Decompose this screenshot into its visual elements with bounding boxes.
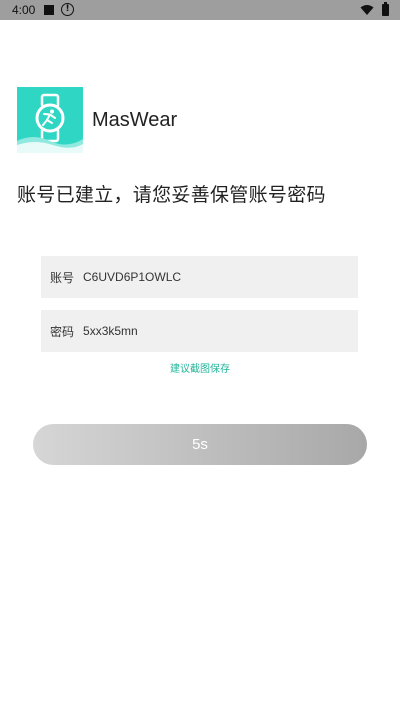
password-value[interactable]: 5xx3k5mn xyxy=(83,324,138,338)
password-field[interactable]: 密码 5xx3k5mn xyxy=(41,310,358,352)
alert-circle-icon: ! xyxy=(61,3,74,16)
status-time: 4:00 xyxy=(12,3,36,17)
app-name: MasWear xyxy=(92,109,178,131)
screenshot-hint: 建议截图保存 xyxy=(170,364,230,375)
battery-icon xyxy=(382,2,389,16)
wifi-icon xyxy=(360,5,374,15)
account-field[interactable]: 账号 C6UVD6P1OWLC xyxy=(41,256,358,298)
page-heading: 账号已建立，请您妥善保管账号密码 xyxy=(17,184,326,206)
status-bar: 4:00 ! xyxy=(0,0,400,20)
app-logo xyxy=(17,87,83,153)
notification-square-icon xyxy=(44,5,54,15)
countdown-label: 5s xyxy=(192,436,208,453)
account-label: 账号 xyxy=(50,270,75,285)
password-label: 密码 xyxy=(50,324,75,339)
countdown-button[interactable]: 5s xyxy=(33,424,367,465)
smartwatch-run-icon xyxy=(17,87,83,153)
account-value[interactable]: C6UVD6P1OWLC xyxy=(83,270,181,284)
